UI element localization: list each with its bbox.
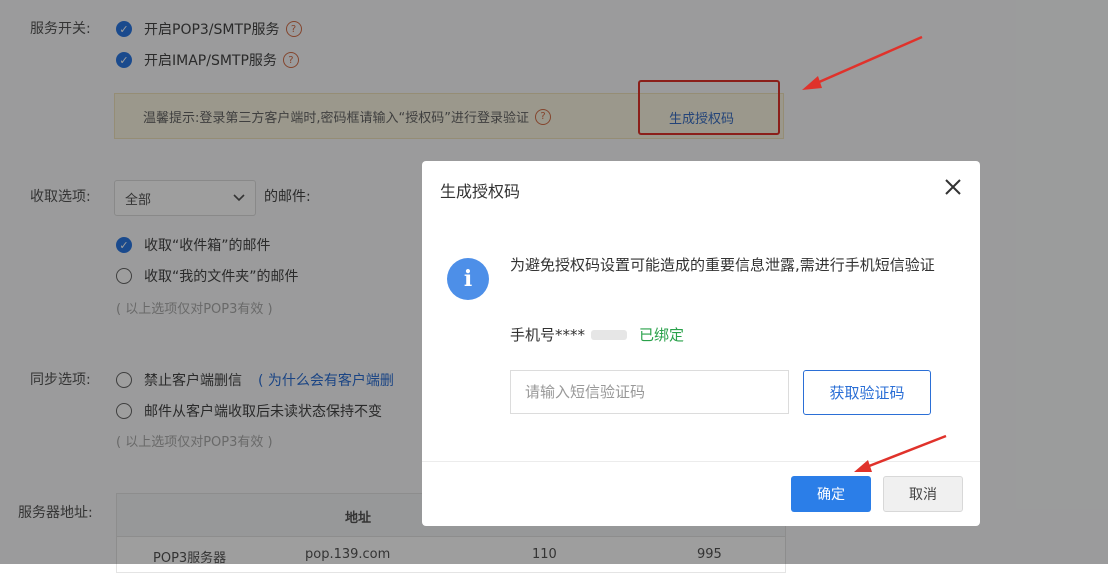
- cancel-button[interactable]: 取消: [883, 476, 963, 512]
- generate-auth-code-dialog: 生成授权码 i 为避免授权码设置可能造成的重要信息泄露,需进行手机短信验证 手机…: [422, 161, 980, 526]
- close-icon[interactable]: [941, 175, 965, 199]
- phone-blur: [591, 329, 628, 340]
- get-code-button[interactable]: 获取验证码: [803, 370, 931, 415]
- sms-code-input[interactable]: [510, 370, 789, 414]
- bound-status: 已绑定: [639, 326, 685, 344]
- info-icon: i: [447, 258, 489, 300]
- dialog-message: 为避免授权码设置可能造成的重要信息泄露,需进行手机短信验证: [510, 256, 935, 274]
- phone-label: 手机号: [510, 326, 556, 344]
- dialog-title: 生成授权码: [440, 182, 521, 201]
- phone-row: 手机号 **** 已绑定: [510, 324, 684, 345]
- phone-masked: ****: [555, 325, 586, 344]
- confirm-button[interactable]: 确定: [791, 476, 871, 512]
- dialog-divider: [422, 461, 980, 462]
